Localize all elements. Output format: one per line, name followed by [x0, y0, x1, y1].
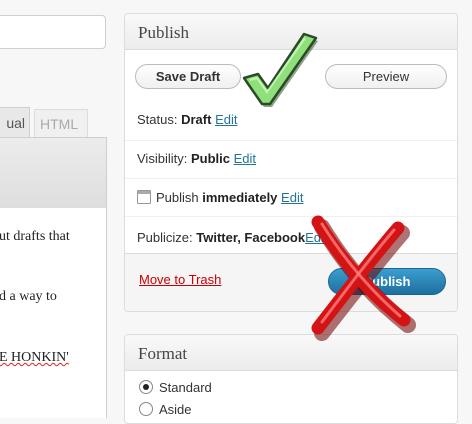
editor-toolbar: [0, 137, 107, 209]
status-value: Draft: [181, 112, 212, 127]
publish-actions: Move to Trash Publish: [125, 253, 457, 311]
publish-button[interactable]: Publish: [328, 268, 446, 295]
status-label: Status:: [137, 112, 178, 127]
visibility-row: Visibility: Public Edit: [125, 140, 457, 178]
schedule-label: Publish: [156, 190, 199, 205]
publish-box: Publish Save Draft Preview Status: Draft…: [124, 13, 458, 312]
save-draft-button[interactable]: Save Draft: [135, 64, 241, 89]
editor-text-line-misspelled: E HONKIN': [0, 350, 69, 365]
radio-checked-icon[interactable]: [139, 380, 153, 394]
publicize-row: Publicize: Twitter, FacebookEdit: [125, 216, 457, 254]
editor-text-line: d a way to: [0, 289, 57, 304]
publicize-label: Publicize:: [137, 230, 193, 245]
status-edit-link[interactable]: Edit: [215, 112, 237, 127]
preview-button[interactable]: Preview: [325, 64, 447, 89]
publicize-value: Twitter, Facebook: [196, 230, 306, 245]
visibility-value: Public: [190, 151, 230, 166]
publicize-edit-link[interactable]: Edit: [305, 230, 327, 245]
visibility-label: Visibility:: [137, 151, 188, 166]
calendar-icon: [137, 190, 151, 204]
format-option-label: Aside: [159, 402, 192, 417]
format-option-label: Standard: [159, 380, 212, 395]
schedule-value: immediately: [202, 190, 278, 205]
publish-box-title: Publish: [125, 14, 457, 50]
editor-content[interactable]: ut drafts that d a way to E HONKIN': [0, 208, 107, 418]
tab-visual[interactable]: ual: [0, 107, 30, 138]
schedule-edit-link[interactable]: Edit: [281, 190, 303, 205]
format-box-title: Format: [125, 335, 457, 371]
visibility-edit-link[interactable]: Edit: [234, 151, 256, 166]
status-row: Status: Draft Edit: [125, 110, 457, 140]
format-box: Format Standard Aside: [124, 334, 458, 424]
format-option-aside[interactable]: Aside: [139, 402, 192, 417]
tab-html[interactable]: HTML: [34, 109, 88, 137]
schedule-row: Publish immediately Edit: [125, 178, 457, 216]
format-option-standard[interactable]: Standard: [139, 380, 212, 395]
post-title-input[interactable]: [0, 15, 106, 49]
move-to-trash-link[interactable]: Move to Trash: [139, 272, 221, 287]
editor-text-line: ut drafts that: [0, 229, 70, 244]
